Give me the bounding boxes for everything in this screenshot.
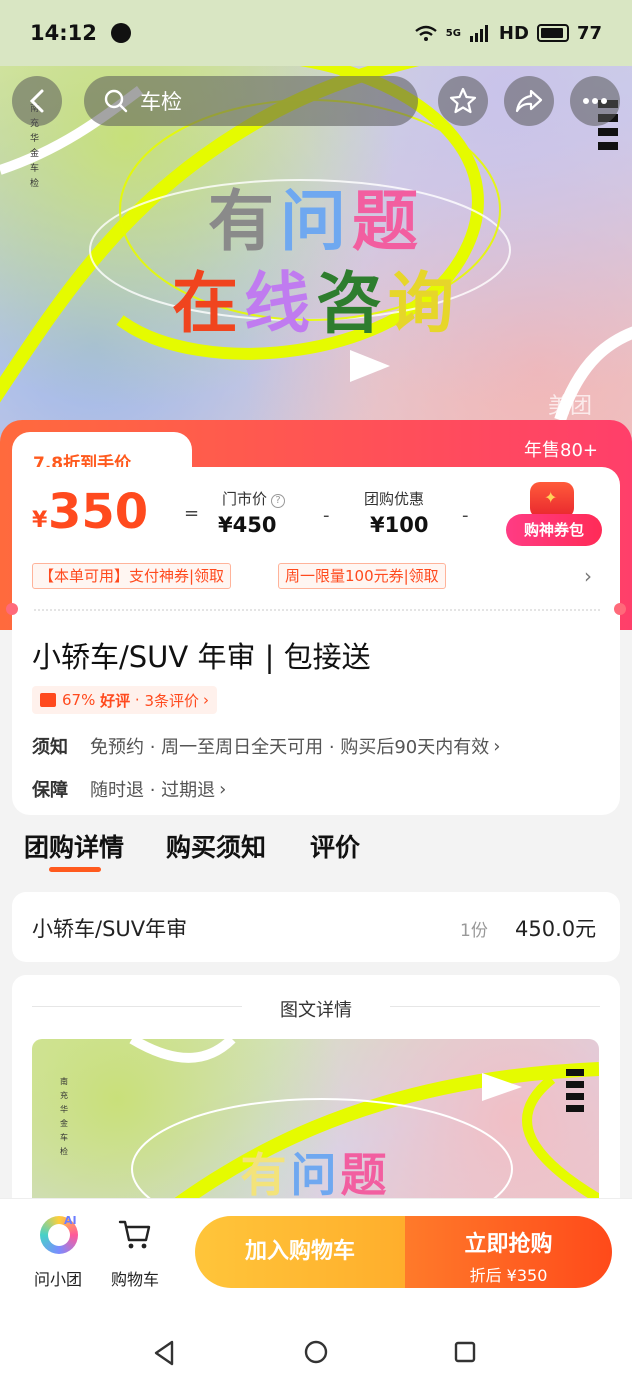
minus-sign-2: - <box>462 505 469 526</box>
status-time: 14:12 <box>30 21 97 45</box>
chevron-right-icon: › <box>219 778 227 800</box>
store-price: ¥450 <box>218 513 277 537</box>
system-home-icon[interactable] <box>304 1340 328 1364</box>
share-icon <box>515 89 543 113</box>
hero-watermark: 美团 <box>547 394 592 419</box>
status-bar: 14:12 5G HD 77 <box>0 0 632 66</box>
price-currency: ¥ <box>32 508 48 533</box>
ai-badge: AI <box>64 1214 77 1227</box>
coupon-tag-payment[interactable]: 【本单可用】支付神券|领取 <box>32 563 232 589</box>
cart-icon[interactable] <box>118 1218 152 1252</box>
guarantee-key: 保障 <box>32 780 68 801</box>
tab-purchase-notice[interactable]: 购买须知 <box>166 828 266 864</box>
tab-group-details[interactable]: 团购详情 <box>24 828 124 864</box>
chevron-right-icon: › <box>203 691 209 709</box>
share-button[interactable] <box>504 76 554 126</box>
system-back-icon[interactable] <box>152 1340 176 1366</box>
tab-active-indicator <box>49 867 101 872</box>
system-navigation-bar <box>0 1304 632 1390</box>
more-button[interactable] <box>570 76 620 126</box>
minus-sign: - <box>323 505 330 526</box>
back-arrow-icon <box>29 89 44 113</box>
notice-key: 须知 <box>32 737 68 758</box>
tab-reviews[interactable]: 评价 <box>310 828 360 864</box>
hero-banner-image[interactable]: 南充华金车检 有问题 在线咨询 美团 <box>0 0 632 460</box>
star-icon <box>449 87 477 114</box>
buy-now-sub-label: 折后 ¥350 <box>469 1266 548 1285</box>
network-type: 5G <box>445 27 461 39</box>
package-item-price: 450.0元 <box>515 917 597 941</box>
chevron-right-icon: › <box>493 735 501 757</box>
thumbs-up-icon <box>40 693 56 707</box>
coupon-tag-monday[interactable]: 周一限量100元券|领取 <box>278 563 446 589</box>
buy-now-label: 立即抢购 <box>464 1232 553 1257</box>
notice-value: 免预约 · 周一至周日全天可用 · 购买后90天内有效 <box>90 737 490 758</box>
rating-percent: 67% <box>62 691 96 709</box>
coupon-pack-button[interactable]: 购神券包 <box>506 514 602 546</box>
coupon-more-chevron-icon[interactable]: › <box>584 564 592 588</box>
guarantee-row[interactable]: 保障 随时退 · 过期退 › <box>32 776 226 802</box>
notification-dot-icon <box>110 23 131 43</box>
search-query: 车检 <box>140 90 182 114</box>
divider <box>34 609 600 611</box>
hd-indicator: HD <box>498 22 529 44</box>
rating-badge[interactable]: 67% 好评 · 3条评价 › <box>32 686 217 714</box>
equals-sign: = <box>184 503 200 524</box>
detail-heading: 图文详情 <box>280 1000 352 1021</box>
assistant-label[interactable]: 问小团 <box>34 1266 82 1290</box>
add-to-cart-button[interactable]: 加入购物车 <box>195 1216 405 1288</box>
store-price-label: 门市价? <box>222 488 286 509</box>
cart-label[interactable]: 购物车 <box>111 1266 159 1290</box>
buy-now-button[interactable]: 立即抢购 折后 ¥350 <box>405 1216 612 1288</box>
notice-row[interactable]: 须知 免预约 · 周一至周日全天可用 · 购买后90天内有效 › <box>32 733 500 759</box>
help-icon[interactable]: ? <box>271 494 286 508</box>
guarantee-value: 随时退 · 过期退 <box>90 780 216 801</box>
battery-level: 77 <box>576 22 602 44</box>
rating-label: 好评 <box>100 691 131 710</box>
wifi-icon <box>415 25 437 41</box>
review-count: 3条评价 <box>144 691 199 710</box>
final-price: 350 <box>48 484 149 540</box>
battery-icon <box>536 24 569 42</box>
package-item-name: 小轿车/SUV年审 <box>32 917 188 941</box>
product-title: 小轿车/SUV 年审 | 包接送 <box>32 640 371 674</box>
detail-image-headline: 有问题 <box>240 1148 391 1202</box>
system-recents-icon[interactable] <box>454 1341 476 1363</box>
package-item-qty: 1份 <box>460 921 488 941</box>
red-packet-icon[interactable] <box>530 482 574 518</box>
card-notch-left <box>6 603 18 615</box>
search-bar[interactable]: 车检 <box>84 76 418 126</box>
annual-sales: 年售80+ <box>524 440 598 461</box>
favorite-button[interactable] <box>438 76 488 126</box>
search-icon <box>104 89 128 113</box>
group-discount: ¥100 <box>370 513 429 537</box>
hero-headline-line2: 在线咨询 <box>172 265 460 342</box>
signal-icon <box>469 25 488 42</box>
group-discount-label: 团购优惠 <box>364 490 425 508</box>
card-notch-right <box>614 603 626 615</box>
back-button[interactable] <box>12 76 62 126</box>
status-indicators: 5G HD 77 <box>414 23 602 44</box>
more-dots-icon <box>583 98 607 104</box>
